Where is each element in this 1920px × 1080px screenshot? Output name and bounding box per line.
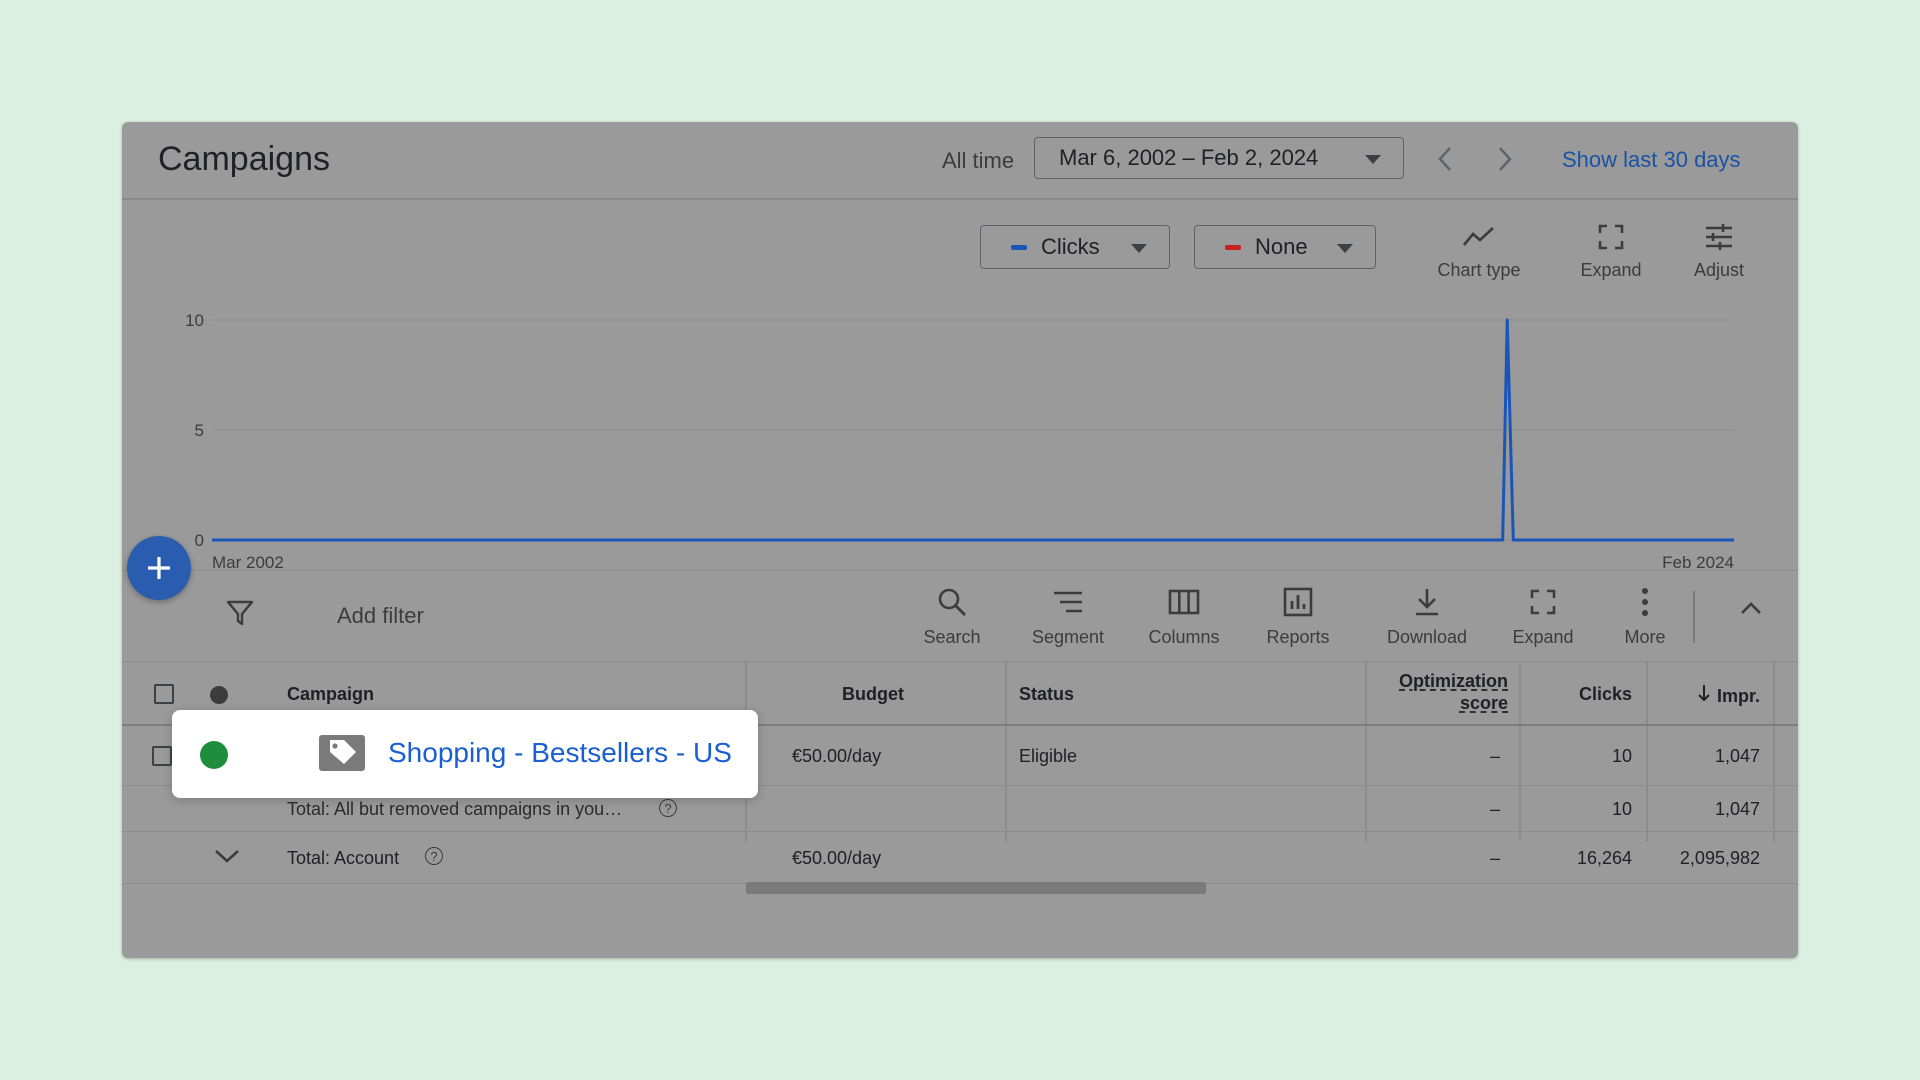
table-expand-button[interactable]: Expand xyxy=(1498,583,1588,648)
chevron-right-icon xyxy=(1499,147,1512,171)
row-budget[interactable]: €50.00/day xyxy=(792,746,881,767)
row-impressions: 1,047 xyxy=(1714,746,1760,766)
date-range-label: All time xyxy=(942,148,1015,173)
panel-header: Campaigns All time Mar 6, 2002 – Feb 2, … xyxy=(122,122,1798,200)
campaign-column-header[interactable]: Campaign xyxy=(287,684,374,705)
total-account-clicks: 16,264 xyxy=(1576,848,1632,868)
table-expand-label: Expand xyxy=(1512,627,1574,647)
more-label: More xyxy=(1624,627,1666,647)
reports-label: Reports xyxy=(1266,627,1330,647)
highlighted-campaign-cell: Shopping - Bestsellers - US xyxy=(172,710,758,798)
download-label: Download xyxy=(1386,627,1468,647)
reports-button[interactable]: Reports xyxy=(1252,583,1344,648)
row-status: Eligible xyxy=(1019,746,1078,766)
impr-column-header[interactable]: Impr. xyxy=(1652,684,1760,707)
total-filtered-impressions: 1,047 xyxy=(1714,799,1760,819)
total-account-impressions: 2,095,982 xyxy=(1679,848,1760,868)
total-filtered-label: Total: All but removed campaigns in you… xyxy=(287,799,623,819)
row-optimization-score: – xyxy=(1489,746,1500,766)
segment-button[interactable]: Segment xyxy=(1020,583,1116,648)
dropdown-caret-icon xyxy=(1365,155,1381,164)
columns-button[interactable]: Columns xyxy=(1136,583,1232,648)
budget-column-header[interactable]: Budget xyxy=(842,684,904,705)
date-range-value: Mar 6, 2002 – Feb 2, 2024 xyxy=(1059,145,1319,170)
optimization-score-header-line1: Optimization xyxy=(1399,671,1508,691)
campaigns-panel: Campaigns All time Mar 6, 2002 – Feb 2, … xyxy=(122,122,1798,958)
performance-line-chart: 0 5 10 Mar 2002 Feb 2024 xyxy=(185,311,1734,570)
date-range-dropdown[interactable]: Mar 6, 2002 – Feb 2, 2024 xyxy=(1034,137,1404,179)
download-icon xyxy=(1416,589,1438,616)
help-icon[interactable]: ? xyxy=(425,847,443,865)
total-account-row: Total: Account ? €50.00/day – 16,264 2,0… xyxy=(122,832,1798,884)
total-account-budget: €50.00/day xyxy=(792,848,882,868)
segment-icon xyxy=(1054,591,1082,613)
add-filter-button[interactable]: Add filter xyxy=(337,603,424,629)
performance-chart-area: Clicks None Chart type Expand Adjust 051… xyxy=(122,200,1798,570)
row-clicks: 10 xyxy=(1611,746,1632,766)
more-vert-icon xyxy=(1642,588,1648,616)
optimization-score-header-line2: score xyxy=(1459,693,1508,713)
search-label: Search xyxy=(923,627,981,647)
y-tick-label: 5 xyxy=(195,421,204,440)
previous-period-button[interactable] xyxy=(1430,142,1460,176)
table-toolbar: Add filter Search Segment Columns Report… xyxy=(122,570,1798,662)
filter-icon xyxy=(226,600,254,626)
x-start-label: Mar 2002 xyxy=(212,553,284,570)
search-button[interactable]: Search xyxy=(910,583,994,648)
create-campaign-button[interactable] xyxy=(127,536,191,600)
shopping-tag-icon xyxy=(318,734,366,777)
horizontal-scrollbar[interactable] xyxy=(746,882,1206,894)
y-tick-label: 10 xyxy=(185,311,204,330)
total-account-label: Total: Account xyxy=(287,848,400,868)
status-column-icon xyxy=(210,686,228,704)
total-filtered-clicks: 10 xyxy=(1611,799,1632,819)
clicks-column-header[interactable]: Clicks xyxy=(1532,684,1632,705)
campaign-name-link[interactable]: Shopping - Bestsellers - US xyxy=(388,737,732,769)
y-tick-label: 0 xyxy=(195,531,204,550)
toolbar-divider xyxy=(1693,591,1695,643)
search-icon xyxy=(938,588,966,616)
columns-label: Columns xyxy=(1148,627,1220,647)
sort-descending-icon xyxy=(1697,684,1711,707)
expand-icon xyxy=(1530,589,1556,615)
segment-label: Segment xyxy=(1031,627,1105,647)
row-select-checkbox[interactable] xyxy=(152,746,172,766)
download-button[interactable]: Download xyxy=(1372,583,1482,648)
chevron-left-icon xyxy=(1438,147,1451,171)
total-account-optimization: – xyxy=(1489,848,1500,868)
impr-header-label: Impr. xyxy=(1716,686,1760,706)
collapse-chart-button[interactable] xyxy=(1740,601,1762,620)
status-column-header[interactable]: Status xyxy=(1019,684,1074,705)
plus-icon xyxy=(148,557,170,579)
reports-icon xyxy=(1283,587,1313,617)
select-all-checkbox[interactable] xyxy=(154,684,174,704)
show-last-30-days-link[interactable]: Show last 30 days xyxy=(1562,147,1741,173)
chevron-up-icon xyxy=(1741,602,1761,614)
optimization-score-column-header[interactable]: Optimization score xyxy=(1372,670,1508,714)
total-filtered-optimization: – xyxy=(1489,799,1500,819)
filter-button[interactable] xyxy=(226,599,254,632)
columns-icon xyxy=(1168,589,1200,615)
expand-total-button[interactable] xyxy=(214,848,240,869)
x-end-label: Feb 2024 xyxy=(1662,553,1734,570)
more-button[interactable]: More xyxy=(1610,583,1680,648)
chevron-down-icon xyxy=(215,850,239,863)
enabled-status-icon[interactable] xyxy=(200,741,228,769)
help-icon[interactable]: ? xyxy=(659,799,677,817)
next-period-button[interactable] xyxy=(1490,142,1520,176)
page-title: Campaigns xyxy=(158,140,330,178)
